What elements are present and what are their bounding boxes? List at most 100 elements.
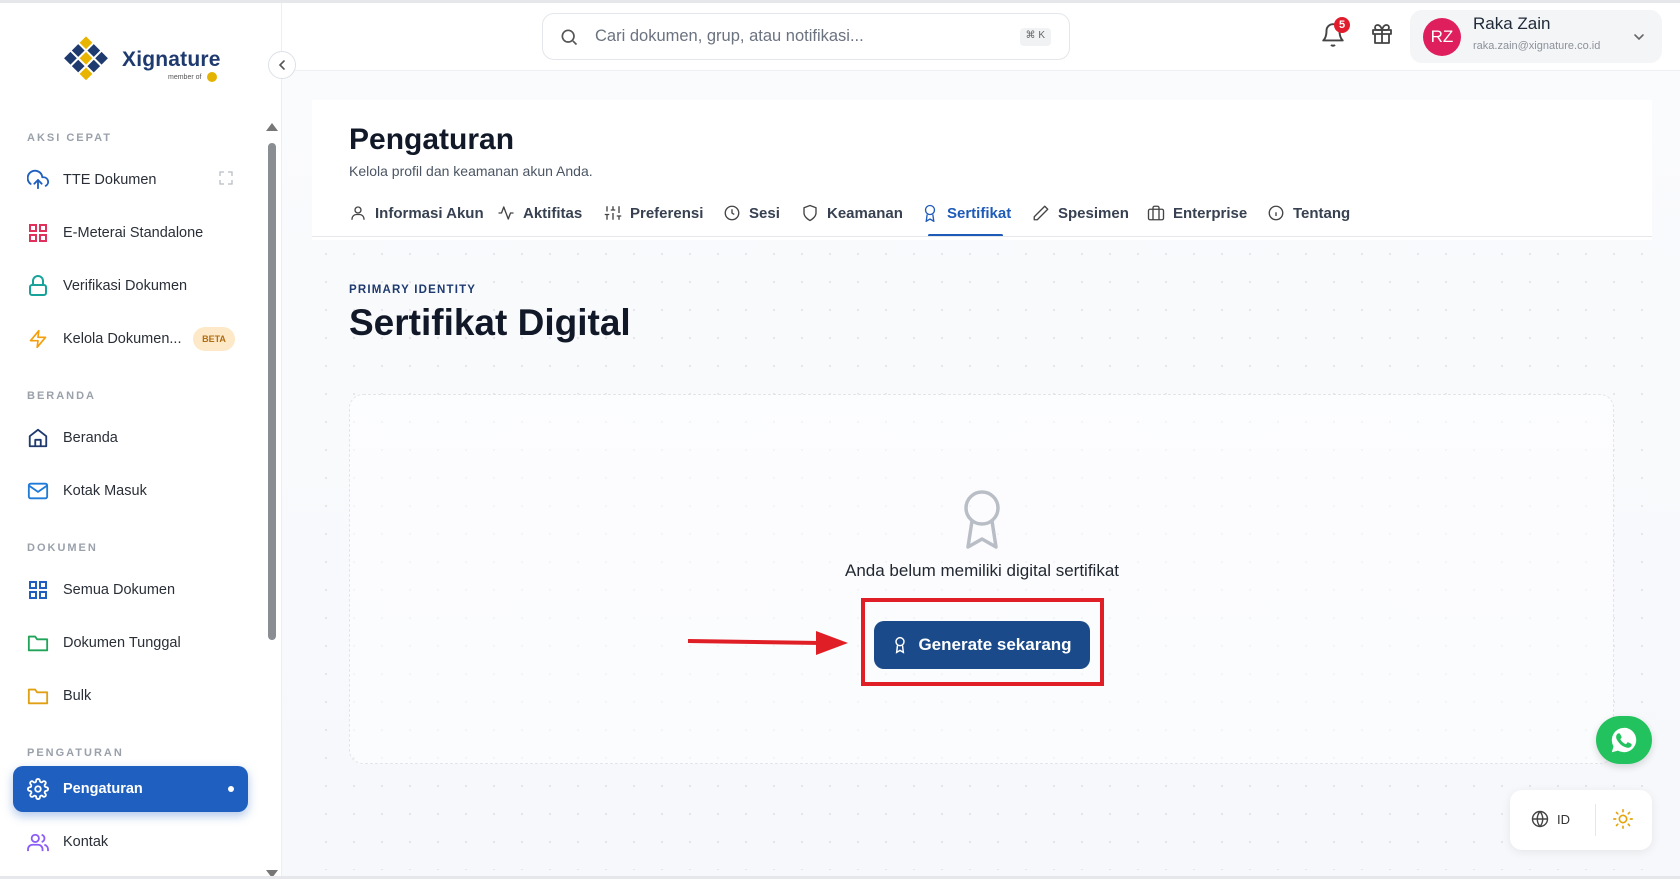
logo-text: Xignature [122, 48, 221, 71]
tab-label: Tentang [1293, 204, 1351, 222]
whatsapp-icon [1609, 725, 1639, 755]
search-shortcut-hint: ⌘ K [1019, 28, 1051, 46]
tab-label: Preferensi [630, 204, 704, 222]
section-title-aksi-cepat: AKSI CEPAT [27, 132, 112, 144]
home-icon [13, 427, 63, 449]
gift-button[interactable] [1370, 22, 1396, 48]
sidebar-item-label: Kelola Dokumen... [63, 331, 182, 347]
tab-tentang[interactable]: Tentang [1267, 200, 1350, 226]
tab-label: Informasi Akun [375, 204, 484, 222]
sidebar-collapse-button[interactable] [268, 51, 296, 79]
generate-certificate-button[interactable]: Generate sekarang [874, 621, 1090, 669]
empty-state-message: Anda belum memiliki digital sertifikat [845, 561, 1119, 580]
user-email: raka.zain@xignature.co.id [1473, 40, 1601, 52]
xignature-logo[interactable]: Xignature member of [56, 36, 226, 86]
tab-label: Enterprise [1173, 204, 1248, 222]
shield-icon [801, 204, 819, 222]
sidebar-item-verifikasi-dokumen[interactable]: Verifikasi Dokumen [13, 263, 248, 309]
expand-icon[interactable] [218, 170, 234, 191]
lightning-icon [13, 328, 63, 350]
section-title: Sertifikat Digital [349, 302, 631, 343]
search-icon [543, 27, 595, 47]
tabs-divider [312, 236, 1652, 237]
sidebar-item-kotak-masuk[interactable]: Kotak Masuk [13, 468, 248, 514]
sidebar-item-dokumen-tunggal[interactable]: Dokumen Tunggal [13, 620, 248, 666]
tab-spesimen[interactable]: Spesimen [1032, 200, 1129, 226]
scroll-thumb[interactable] [268, 143, 276, 640]
sidebar-item-label: Kotak Masuk [63, 483, 147, 499]
tab-preferensi[interactable]: Preferensi [604, 200, 703, 226]
globe-icon[interactable] [1530, 809, 1550, 834]
grid-icon [13, 223, 63, 243]
sidebar-scrollbar[interactable] [266, 123, 278, 878]
beta-badge: BETA [193, 327, 235, 351]
tab-informasi-akun[interactable]: Informasi Akun [349, 200, 484, 226]
sidebar-item-label: Pengaturan [63, 781, 143, 797]
lock-icon [13, 275, 63, 297]
sidebar-item-e-meterai[interactable]: E-Meterai Standalone [13, 210, 248, 256]
award-icon [921, 204, 939, 222]
header-divider [282, 70, 1680, 71]
avatar: RZ [1423, 18, 1461, 56]
tab-sesi[interactable]: Sesi [723, 200, 780, 226]
sidebar-item-kontak[interactable]: Kontak [13, 819, 248, 865]
sidebar-item-tte-dokumen[interactable]: TTE Dokumen [13, 157, 248, 203]
folder-icon [13, 686, 63, 706]
users-icon [13, 832, 63, 852]
sidebar-item-beranda[interactable]: Beranda [13, 415, 248, 461]
sidebar-item-label: Verifikasi Dokumen [63, 278, 188, 294]
user-name: Raka Zain [1473, 14, 1551, 33]
sidebar-item-kelola-dokumen[interactable]: Kelola Dokumen... BETA [13, 316, 248, 362]
section-title-beranda: BERANDA [27, 390, 96, 402]
sidebar-item-label: Semua Dokumen [63, 582, 176, 598]
sidebar-item-pengaturan[interactable]: Pengaturan [13, 766, 248, 812]
folder-icon [13, 633, 63, 653]
tab-sertifikat[interactable]: Sertifikat [921, 200, 1011, 226]
sidebar-item-semua-dokumen[interactable]: Semua Dokumen [13, 567, 248, 613]
grid-icon [13, 580, 63, 600]
sidebar-item-label: E-Meterai Standalone [63, 225, 204, 241]
tab-enterprise[interactable]: Enterprise [1147, 200, 1247, 226]
search-bar[interactable]: ⌘ K [542, 13, 1070, 60]
mail-icon [13, 481, 63, 501]
tab-label: Spesimen [1058, 204, 1129, 222]
button-label: Generate sekarang [918, 635, 1072, 654]
activity-icon [497, 204, 515, 222]
pen-icon [1032, 204, 1050, 222]
gift-icon [1370, 24, 1394, 50]
language-selector[interactable]: ID [1557, 812, 1570, 827]
section-eyebrow: PRIMARY IDENTITY [349, 284, 477, 296]
active-indicator-dot [228, 786, 234, 792]
sidebar-item-bulk[interactable]: Bulk [13, 673, 248, 719]
sidebar: Xignature member of AKSI CEPAT TTE Dokum… [0, 3, 282, 878]
sliders-icon [604, 204, 622, 222]
whatsapp-chat-button[interactable] [1596, 716, 1652, 764]
sun-icon[interactable] [1612, 808, 1634, 835]
tab-label: Aktifitas [523, 204, 583, 222]
info-icon [1267, 204, 1285, 222]
notification-count-badge: 5 [1334, 17, 1350, 33]
tab-label: Keamanan [827, 204, 903, 222]
upload-cloud-icon [13, 169, 63, 191]
tab-label: Sertifikat [947, 204, 1012, 222]
sidebar-item-label: Beranda [63, 430, 118, 446]
sidebar-item-label: Kontak [63, 834, 109, 850]
language-theme-widget: ID [1510, 790, 1652, 850]
search-input[interactable] [595, 27, 995, 46]
scroll-up-arrow[interactable] [266, 123, 278, 131]
partner-badge-icon [207, 72, 217, 82]
user-icon [349, 204, 367, 222]
award-icon [957, 488, 1007, 550]
award-icon [892, 636, 908, 654]
tab-label: Sesi [749, 204, 780, 222]
tab-keamanan[interactable]: Keamanan [801, 200, 903, 226]
pointer-arrow-icon [687, 631, 848, 655]
bell-icon [1320, 23, 1346, 52]
chevron-down-icon [1632, 30, 1646, 49]
tab-aktifitas[interactable]: Aktifitas [497, 200, 582, 226]
section-title-pengaturan: PENGATURAN [27, 747, 124, 759]
clock-icon [723, 204, 741, 222]
user-menu[interactable]: RZ Raka Zain raka.zain@xignature.co.id [1410, 10, 1662, 63]
widget-divider [1595, 804, 1596, 836]
page-title: Pengaturan [349, 123, 515, 156]
